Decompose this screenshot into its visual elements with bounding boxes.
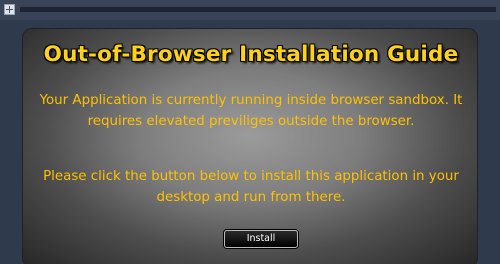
expand-icon[interactable]	[4, 4, 15, 15]
guide-message-instructions: Please click the button below to install…	[43, 169, 459, 205]
install-button[interactable]: Install	[224, 230, 298, 248]
installation-guide-panel: Out-of-Browser Installation Guide Your A…	[22, 28, 478, 264]
guide-message-sandbox: Your Application is currently running in…	[39, 93, 463, 129]
guide-title: Out-of-Browser Installation Guide	[43, 42, 459, 67]
top-bar-track	[20, 7, 496, 12]
top-bar	[0, 0, 500, 20]
app-frame: Out-of-Browser Installation Guide Your A…	[0, 0, 500, 264]
